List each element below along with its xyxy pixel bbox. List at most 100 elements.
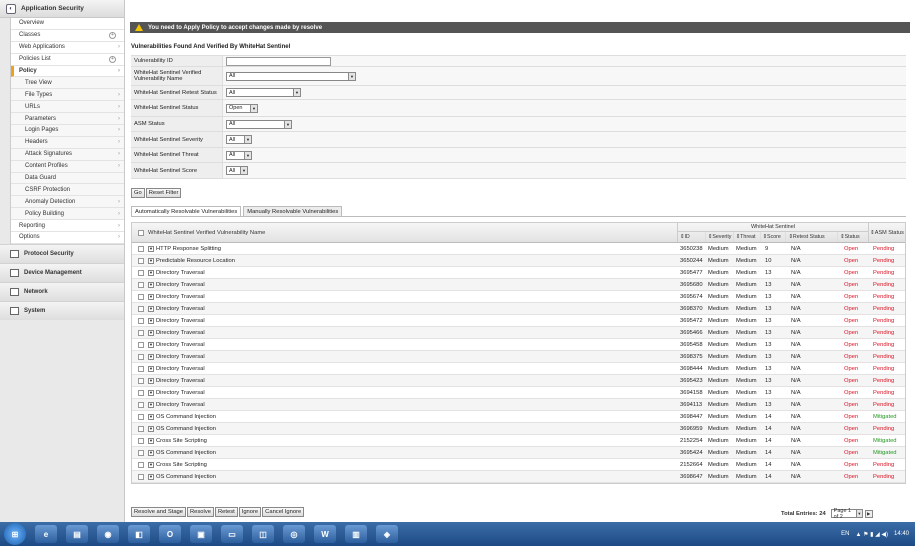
sidebar-item-csrf-protection[interactable]: CSRF Protection	[11, 184, 124, 197]
app-icon[interactable]: ◉	[97, 525, 119, 543]
sidebar-item-overview[interactable]: Overview	[11, 18, 124, 30]
table-row[interactable]: ▼ Directory Traversal 3695680 Medium Medium 1…	[132, 279, 905, 291]
tray-icons[interactable]: ▲ ⚑ ▮ ◢ ◀)	[855, 531, 888, 538]
table-row[interactable]: ▼ Directory Traversal 3698370 Medium Medium 1…	[132, 303, 905, 315]
word-icon[interactable]: W	[314, 525, 336, 543]
expand-icon[interactable]: ▼	[148, 353, 154, 360]
row-checkbox[interactable]	[138, 389, 144, 396]
retest-button[interactable]: Retest	[214, 507, 238, 517]
reset-filter-button[interactable]: Reset Filter	[145, 188, 182, 198]
row-checkbox[interactable]	[138, 341, 144, 348]
score-column-header[interactable]: ⇕ Score	[761, 232, 787, 242]
plus-icon[interactable]: +	[109, 31, 116, 39]
tab-manually-resolvable[interactable]: Manually Resolvable Vulnerabilities	[243, 206, 343, 216]
expand-icon[interactable]: ▼	[148, 269, 154, 276]
table-row[interactable]: ▼ OS Command Injection 3698647 Medium Medium…	[132, 471, 905, 483]
outlook-icon[interactable]: O	[159, 525, 181, 543]
sidebar-item-web-applications[interactable]: Web Applications ›	[11, 42, 124, 54]
start-button-icon[interactable]: ⊞	[4, 523, 26, 545]
resolve-and-stage-button[interactable]: Resolve and Stage	[131, 507, 186, 517]
expand-icon[interactable]: ▼	[148, 437, 154, 444]
clock[interactable]: 14:40	[894, 531, 909, 537]
ignore-button[interactable]: Ignore	[238, 507, 262, 517]
table-row[interactable]: ▼ OS Command Injection 3696959 Medium Medium…	[132, 423, 905, 435]
go-button[interactable]: Go	[131, 188, 145, 198]
expand-icon[interactable]: ▼	[148, 377, 154, 384]
sidebar-section-device-management[interactable]: Device Management	[0, 262, 124, 282]
expand-icon[interactable]: ▼	[148, 281, 154, 288]
sidebar-item-anomaly-detection[interactable]: Anomaly Detection ›	[11, 196, 124, 209]
sidebar-item-policies-list[interactable]: Policies List +	[11, 54, 124, 66]
row-checkbox[interactable]	[138, 245, 144, 252]
score-select[interactable]: All ▼	[226, 166, 248, 175]
expand-icon[interactable]: ▼	[148, 257, 154, 264]
table-row[interactable]: ▼ Cross Site Scripting 2152254 Medium Medium…	[132, 435, 905, 447]
threat-column-header[interactable]: ⇕ Threat	[734, 232, 761, 242]
app-icon[interactable]: ◈	[376, 525, 398, 543]
retest-status-select[interactable]: All ▼	[226, 88, 301, 97]
row-checkbox[interactable]	[138, 293, 144, 300]
sidebar-item-data-guard[interactable]: Data Guard	[11, 172, 124, 185]
table-row[interactable]: ▼ Directory Traversal 3695472 Medium Medium 1…	[132, 315, 905, 327]
table-row[interactable]: ▼ Cross Site Scripting 2152664 Medium Medium…	[132, 459, 905, 471]
table-row[interactable]: ▼ Directory Traversal 3695423 Medium Medium 1…	[132, 375, 905, 387]
sidebar-item-file-types[interactable]: File Types ›	[11, 89, 124, 102]
table-row[interactable]: ▼ OS Command Injection 3698447 Medium Medium…	[132, 411, 905, 423]
language-indicator[interactable]: EN	[841, 531, 849, 537]
expand-icon[interactable]: ▼	[148, 413, 154, 420]
row-checkbox[interactable]	[138, 473, 144, 480]
row-checkbox[interactable]	[138, 413, 144, 420]
sidebar-item-attack-signatures[interactable]: Attack Signatures ›	[11, 148, 124, 161]
table-row[interactable]: ▼ Predictable Resource Location 3650244 Med…	[132, 255, 905, 267]
expand-icon[interactable]: ▼	[148, 473, 154, 480]
expand-icon[interactable]: ▼	[148, 305, 154, 312]
sidebar-section-network[interactable]: Network	[0, 281, 124, 301]
sidebar-item-login-pages[interactable]: Login Pages ›	[11, 125, 124, 137]
severity-select[interactable]: All ▼	[226, 135, 252, 144]
row-checkbox[interactable]	[138, 257, 144, 264]
expand-icon[interactable]: ▼	[148, 401, 154, 408]
row-checkbox[interactable]	[138, 377, 144, 384]
sidebar-item-options[interactable]: Options ›	[11, 232, 124, 244]
sidebar-item-classes[interactable]: Classes +	[11, 30, 124, 42]
sidebar-item-policy-building[interactable]: Policy Building ›	[11, 208, 124, 221]
sidebar-item-parameters[interactable]: Parameters ›	[11, 113, 124, 126]
expand-icon[interactable]: ▼	[148, 341, 154, 348]
severity-column-header[interactable]: ⇕ Severity	[706, 232, 734, 242]
table-row[interactable]: ▼ Directory Traversal 3694113 Medium Medium 1…	[132, 399, 905, 411]
ie-icon[interactable]: e	[35, 525, 57, 543]
table-row[interactable]: ▼ HTTP Response Splitting 3650238 Medium Med…	[132, 243, 905, 255]
expand-icon[interactable]: ▼	[148, 245, 154, 252]
expand-icon[interactable]: ▼	[148, 425, 154, 432]
table-row[interactable]: ▼ OS Command Injection 3695424 Medium Medium…	[132, 447, 905, 459]
sidebar-section-system[interactable]: System	[0, 300, 124, 320]
folder-icon[interactable]: ▤	[66, 525, 88, 543]
sidebar-item-urls[interactable]: URLs ›	[11, 101, 124, 114]
vulnerability-id-input[interactable]	[226, 56, 331, 66]
expand-icon[interactable]: ▼	[148, 365, 154, 372]
row-checkbox[interactable]	[138, 365, 144, 372]
status-select[interactable]: Open ▼	[226, 103, 258, 113]
table-row[interactable]: ▼ Directory Traversal 3695477 Medium Medium 1…	[132, 267, 905, 279]
next-page-icon[interactable]: ▶	[864, 509, 873, 518]
select-all-checkbox[interactable]	[138, 229, 144, 236]
expand-icon[interactable]: ▼	[148, 317, 154, 324]
vuln-name-select[interactable]: All ▼	[226, 71, 356, 81]
window-icon[interactable]: ◫	[252, 525, 274, 543]
sidebar-item-headers[interactable]: Headers ›	[11, 136, 124, 149]
app-icon[interactable]: ▥	[345, 525, 367, 543]
sidebar-item-reporting[interactable]: Reporting ›	[11, 220, 124, 233]
row-checkbox[interactable]	[138, 305, 144, 312]
name-column-header[interactable]: WhiteHat Sentinel Verified Vulnerability…	[132, 223, 678, 242]
row-checkbox[interactable]	[138, 269, 144, 276]
table-row[interactable]: ▼ Directory Traversal 3695466 Medium Medium 1…	[132, 327, 905, 339]
asm-status-select[interactable]: All ▼	[226, 119, 292, 129]
row-checkbox[interactable]	[138, 461, 144, 468]
id-column-header[interactable]: ⇕ ID	[678, 232, 706, 242]
sidebar-app-security-header[interactable]: ◐ Application Security	[0, 0, 124, 18]
row-checkbox[interactable]	[138, 401, 144, 408]
asm-status-column-header[interactable]: ⇕ ASM Status	[869, 223, 905, 242]
table-row[interactable]: ▼ Directory Traversal 3694158 Medium Medium 1…	[132, 387, 905, 399]
app-icon[interactable]: ◧	[128, 525, 150, 543]
table-row[interactable]: ▼ Directory Traversal 3698375 Medium Medium 1…	[132, 351, 905, 363]
